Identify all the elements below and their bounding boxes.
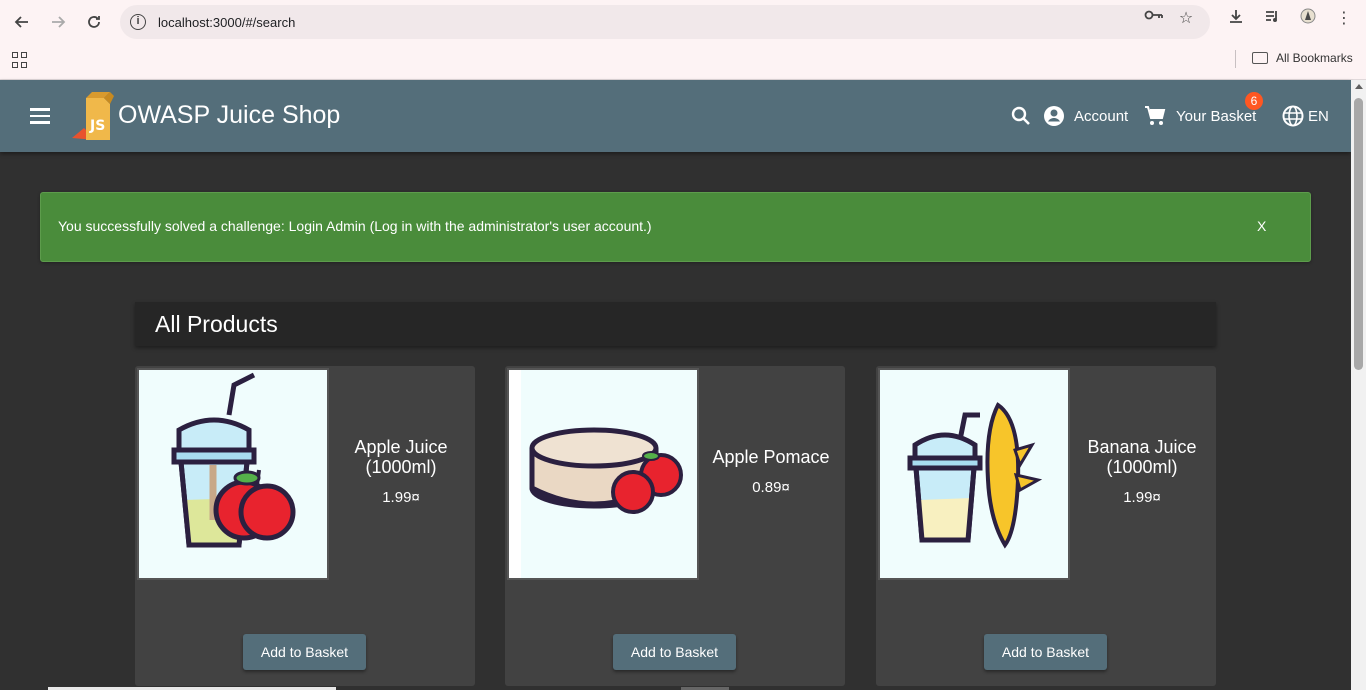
apple-pomace-image[interactable] bbox=[507, 368, 699, 580]
account-circle-icon bbox=[1044, 106, 1064, 126]
challenge-solved-notification: You successfully solved a challenge: Log… bbox=[40, 192, 1311, 262]
account-label: Account bbox=[1074, 107, 1129, 125]
products-header: All Products bbox=[135, 302, 1216, 346]
product-price: 1.99¤ bbox=[382, 489, 420, 506]
product-card[interactable]: Banana Juice (1000ml) 1.99¤ Add to Baske… bbox=[876, 366, 1216, 686]
password-key-icon[interactable] bbox=[1144, 8, 1164, 26]
scroll-up-arrow-icon[interactable] bbox=[1355, 84, 1363, 89]
forward-icon[interactable] bbox=[44, 8, 72, 36]
products-heading: All Products bbox=[155, 311, 278, 337]
address-bar[interactable]: i localhost:3000/#/search bbox=[120, 5, 1210, 39]
account-button[interactable]: Account bbox=[1043, 102, 1128, 130]
product-price: 1.99¤ bbox=[1123, 489, 1161, 506]
profile-avatar-icon[interactable] bbox=[1298, 8, 1318, 26]
menu-icon[interactable] bbox=[30, 108, 50, 124]
product-card[interactable]: Apple Pomace 0.89¤ Add to Basket bbox=[505, 366, 845, 686]
notification-message: You successfully solved a challenge: Log… bbox=[58, 218, 652, 234]
product-name: Banana Juice (1000ml) bbox=[1087, 437, 1197, 477]
product-name: Apple Pomace bbox=[712, 447, 830, 467]
app-title[interactable]: OWASP Juice Shop bbox=[118, 101, 340, 130]
basket-label: Your Basket bbox=[1176, 107, 1257, 125]
download-icon[interactable] bbox=[1226, 8, 1246, 26]
browser-toolbar: i localhost:3000/#/search ☆ ⋮ bbox=[0, 0, 1366, 44]
apple-juice-image[interactable] bbox=[137, 368, 329, 580]
juice-shop-logo[interactable]: JS bbox=[70, 90, 118, 144]
all-bookmarks-button[interactable]: All Bookmarks bbox=[1252, 51, 1353, 65]
url-text: localhost:3000/#/search bbox=[158, 14, 296, 30]
reload-icon[interactable] bbox=[80, 8, 108, 36]
product-card[interactable]: Apple Juice (1000ml) 1.99¤ Add to Basket bbox=[135, 366, 475, 686]
notification-close-button[interactable]: X bbox=[1257, 218, 1266, 234]
folder-icon bbox=[1252, 52, 1268, 64]
product-name: Apple Juice (1000ml) bbox=[354, 437, 448, 477]
language-button[interactable]: EN bbox=[1282, 102, 1329, 130]
shopping-cart-icon bbox=[1145, 106, 1166, 125]
add-to-basket-button[interactable]: Add to Basket bbox=[243, 634, 366, 670]
globe-icon bbox=[1282, 105, 1304, 127]
add-to-basket-button[interactable]: Add to Basket bbox=[613, 634, 736, 670]
bookmarks-bar bbox=[0, 44, 1366, 80]
media-control-icon[interactable] bbox=[1262, 8, 1282, 26]
bookmark-star-icon[interactable]: ☆ bbox=[1176, 8, 1196, 27]
search-icon bbox=[1011, 106, 1030, 125]
app-toolbar: JS OWASP Juice Shop Account Your Basket … bbox=[0, 80, 1351, 152]
search-button[interactable] bbox=[1011, 102, 1031, 130]
basket-count-badge: 6 bbox=[1245, 92, 1263, 110]
page-scrollbar[interactable] bbox=[1351, 80, 1366, 690]
product-price: 0.89¤ bbox=[752, 479, 790, 496]
basket-button[interactable]: Your Basket bbox=[1144, 102, 1256, 130]
banana-juice-image[interactable] bbox=[878, 368, 1070, 580]
all-bookmarks-label: All Bookmarks bbox=[1276, 51, 1353, 65]
scrollbar-thumb[interactable] bbox=[1354, 98, 1363, 370]
site-info-icon[interactable]: i bbox=[130, 14, 146, 30]
language-label: EN bbox=[1308, 107, 1329, 125]
back-icon[interactable] bbox=[8, 8, 36, 36]
browser-menu-icon[interactable]: ⋮ bbox=[1334, 8, 1354, 27]
svg-text:JS: JS bbox=[89, 118, 105, 134]
bookmarks-separator bbox=[1235, 50, 1236, 68]
add-to-basket-button[interactable]: Add to Basket bbox=[984, 634, 1107, 670]
apps-grid-icon[interactable] bbox=[12, 52, 28, 68]
